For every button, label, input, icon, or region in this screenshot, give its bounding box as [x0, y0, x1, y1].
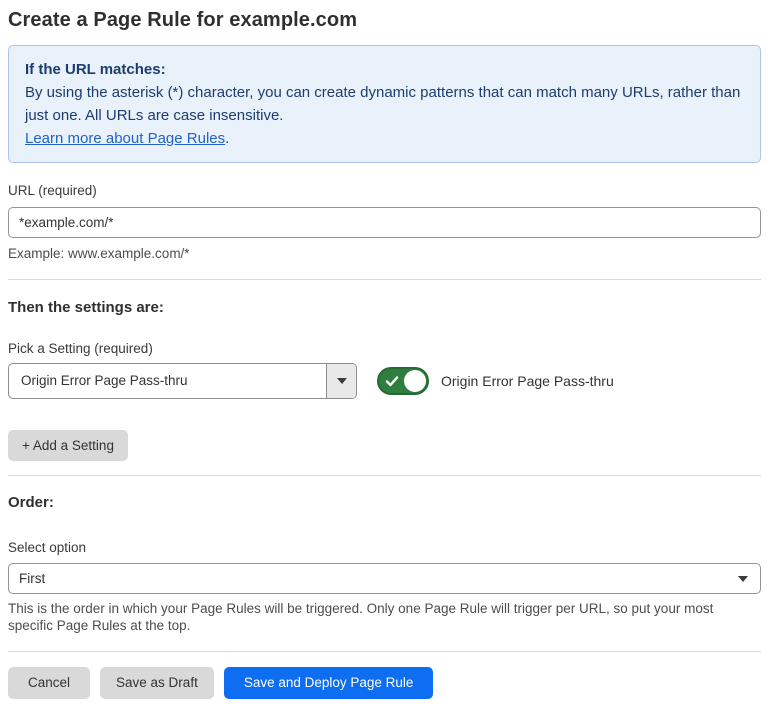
setting-dropdown-value: Origin Error Page Pass-thru [21, 373, 188, 388]
url-field-label: URL (required) [8, 183, 97, 198]
divider [8, 650, 761, 652]
cancel-button[interactable]: Cancel [8, 666, 91, 699]
setting-dropdown[interactable]: Origin Error Page Pass-thru [8, 362, 357, 399]
check-icon [385, 375, 399, 386]
save-deploy-button[interactable]: Save and Deploy Page Rule [223, 666, 434, 699]
settings-section-heading: Then the settings are: [8, 298, 164, 316]
toggle-knob [404, 369, 426, 392]
info-box-body: By using the asterisk (*) character, you… [25, 84, 741, 124]
order-help-text: This is the order in which your Page Rul… [8, 600, 714, 634]
select-option-label: Select option [8, 539, 87, 555]
origin-error-toggle[interactable] [377, 366, 429, 395]
info-box-heading: If the URL matches: [25, 61, 166, 78]
url-match-info-box: If the URL matches: By using the asteris… [8, 45, 761, 163]
page-title: Create a Page Rule for example.com [8, 9, 358, 31]
divider [8, 278, 761, 280]
order-section-heading: Order: [8, 493, 54, 511]
footer-actions: Cancel Save as Draft Save and Deploy Pag… [8, 666, 761, 699]
url-example-text: Example: www.example.com/* [8, 246, 190, 261]
add-setting-button[interactable]: + Add a Setting [8, 429, 128, 461]
learn-more-link[interactable]: Learn more about Page Rules [25, 130, 225, 147]
order-select[interactable]: First [8, 562, 761, 594]
link-suffix: . [225, 130, 230, 147]
url-input[interactable] [8, 207, 761, 238]
setting-row: Origin Error Page Pass-thru Origin Error… [8, 362, 761, 399]
save-draft-button[interactable]: Save as Draft [100, 666, 214, 699]
chevron-down-icon [738, 575, 748, 582]
order-select-value: First [19, 570, 46, 586]
chevron-down-icon [336, 377, 347, 384]
setting-dropdown-arrow-box[interactable] [326, 363, 356, 398]
toggle-label: Origin Error Page Pass-thru [441, 372, 614, 389]
info-box-link-line: Learn more about Page Rules. [25, 127, 744, 150]
divider [8, 474, 761, 476]
pick-setting-label: Pick a Setting (required) [8, 340, 153, 356]
